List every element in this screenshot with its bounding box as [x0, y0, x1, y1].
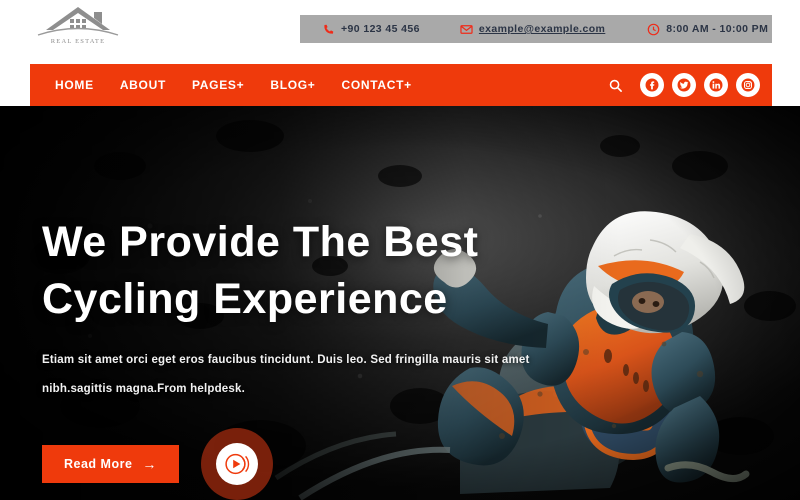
hero-content: We Provide The Best Cycling Experience E… — [42, 106, 602, 500]
hero-title: We Provide The Best Cycling Experience — [42, 214, 478, 328]
house-roof-icon — [37, 7, 119, 36]
mail-icon — [460, 24, 473, 34]
play-button-circle — [215, 443, 258, 485]
instagram-icon — [741, 78, 755, 92]
social-link-facebook[interactable] — [640, 73, 664, 97]
contact-phone[interactable]: +90 123 45 456 — [322, 23, 420, 36]
social-link-instagram[interactable] — [736, 73, 760, 97]
phone-icon — [324, 24, 334, 34]
read-more-label: Read More — [64, 457, 133, 471]
contact-phone-text: +90 123 45 456 — [341, 23, 420, 35]
hero-title-line-2: Cycling Experience — [42, 275, 448, 323]
linkedin-icon — [709, 78, 723, 92]
arrow-right-icon: → — [142, 456, 157, 472]
hero-actions: Read More → — [42, 428, 273, 500]
site-logo[interactable]: REAL ESTATE — [22, 4, 134, 56]
logo-text: REAL ESTATE — [50, 38, 106, 45]
nav-item-pages[interactable]: PAGES+ — [179, 78, 257, 92]
main-navigation-bar: HOME ABOUT PAGES+ BLOG+ CONTACT+ — [30, 64, 772, 106]
contact-email-text: example@example.com — [478, 23, 606, 35]
landing-page: REAL ESTATE +90 123 45 456 example@examp… — [0, 0, 800, 500]
nav-item-home[interactable]: HOME — [42, 78, 107, 92]
search-button[interactable] — [604, 74, 626, 96]
facebook-icon — [645, 78, 659, 92]
nav-item-blog[interactable]: BLOG+ — [257, 78, 328, 92]
clock-icon — [647, 23, 660, 35]
search-icon — [609, 79, 622, 92]
nav-item-contact[interactable]: CONTACT+ — [329, 78, 425, 92]
nav-item-about[interactable]: ABOUT — [107, 78, 179, 92]
hero-paragraph: Etiam sit amet orci eget eros faucibus t… — [42, 354, 530, 395]
nav-right-actions — [604, 73, 772, 97]
nav-links: HOME ABOUT PAGES+ BLOG+ CONTACT+ — [42, 78, 425, 92]
play-button-icon — [225, 453, 250, 475]
contact-hours: 8:00 AM - 10:00 PM — [647, 23, 768, 36]
contact-info-bar: +90 123 45 456 example@example.com 8:00 … — [300, 15, 772, 43]
social-link-twitter[interactable] — [672, 73, 696, 97]
read-more-button[interactable]: Read More → — [42, 445, 179, 483]
video-play-button[interactable] — [200, 428, 273, 500]
hero-section: We Provide The Best Cycling Experience E… — [0, 106, 800, 500]
twitter-icon — [677, 78, 691, 92]
hero-title-line-1: We Provide The Best — [42, 218, 479, 266]
social-link-linkedin[interactable] — [704, 73, 728, 97]
contact-hours-text: 8:00 AM - 10:00 PM — [666, 23, 769, 35]
contact-email[interactable]: example@example.com — [460, 23, 605, 36]
top-bar: REAL ESTATE +90 123 45 456 example@examp… — [0, 0, 800, 58]
